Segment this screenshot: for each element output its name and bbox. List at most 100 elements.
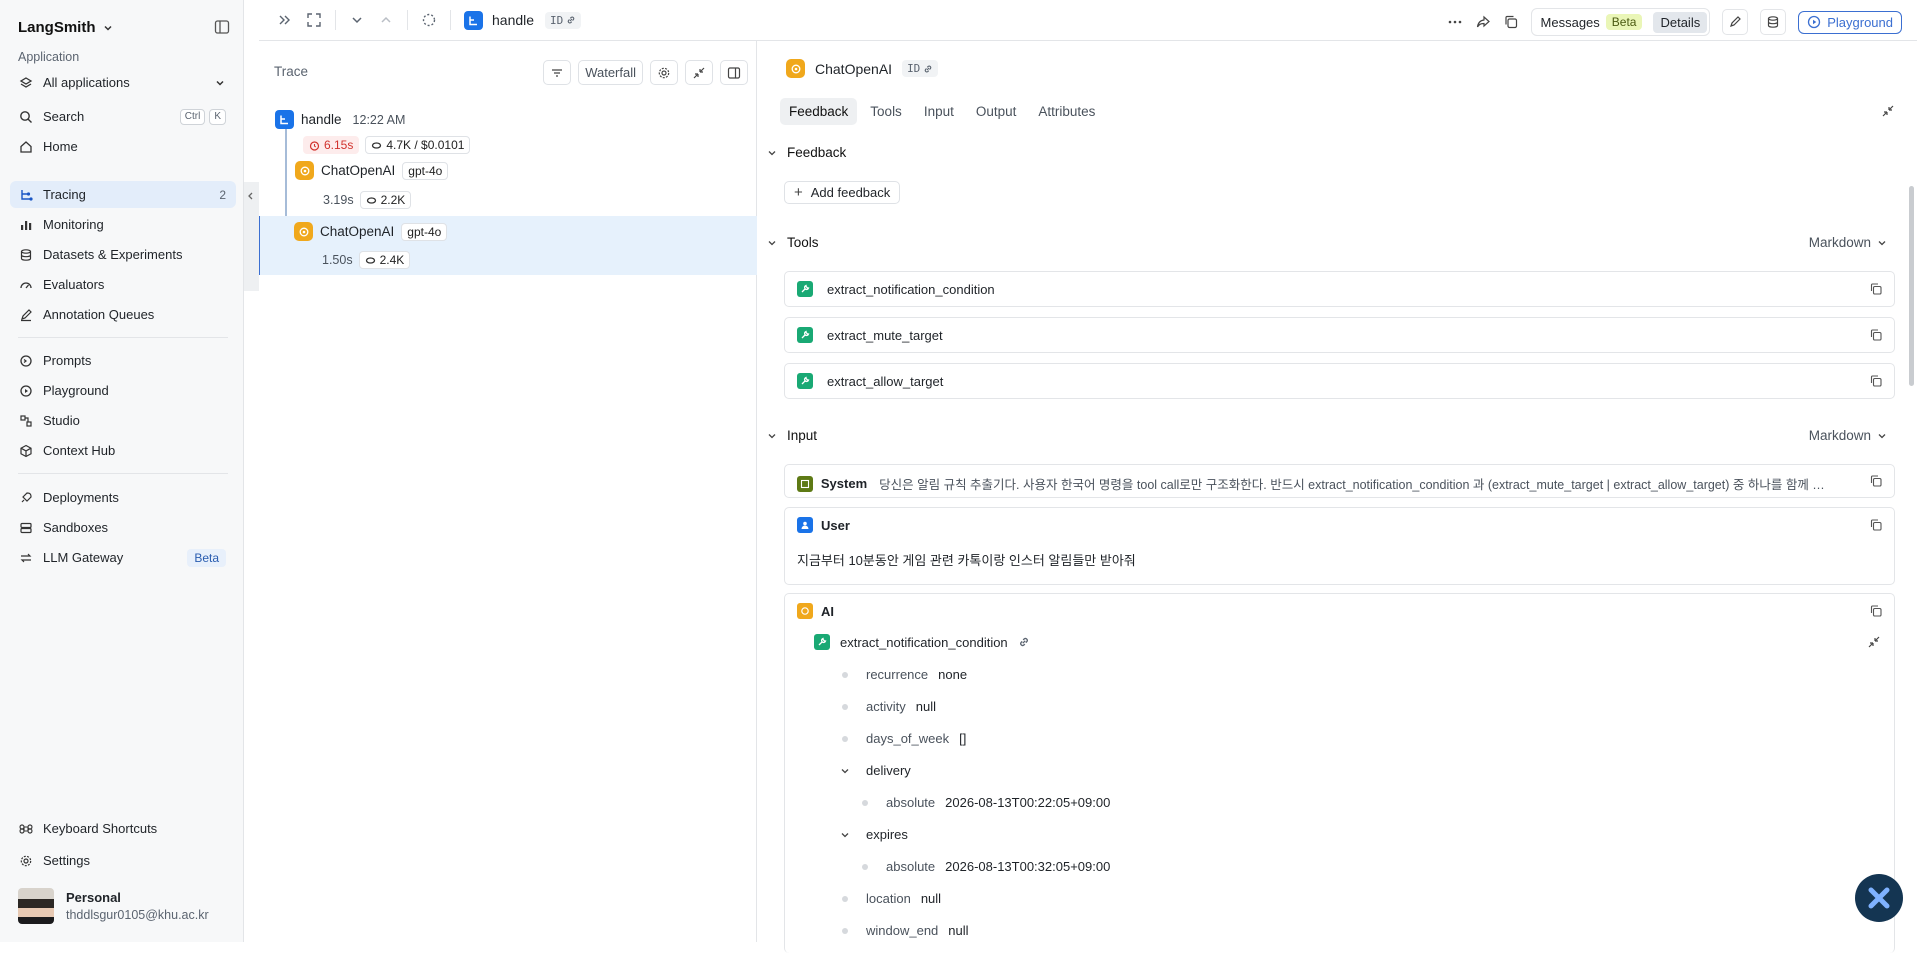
node-name: handle <box>301 112 342 127</box>
field-activity: activity null <box>842 699 936 714</box>
messages-toggle[interactable]: Messages Beta <box>1534 11 1650 33</box>
copy-icon[interactable] <box>1869 282 1883 296</box>
tab-attributes[interactable]: Attributes <box>1029 98 1104 125</box>
playground-button[interactable]: Playground <box>1798 10 1902 34</box>
sidebar-item-deployments[interactable]: Deployments <box>10 484 236 511</box>
section-title: Tools <box>787 235 819 250</box>
chevron-down-icon <box>1878 240 1886 245</box>
input-section-toggle[interactable]: Input <box>767 428 817 443</box>
sidebar-item-annotation-queues[interactable]: Annotation Queues <box>10 301 236 328</box>
copy-icon[interactable] <box>1869 604 1883 618</box>
gear-icon <box>658 67 670 78</box>
add-feedback-button[interactable]: + Add feedback <box>784 181 901 204</box>
copy-icon[interactable] <box>1503 14 1519 30</box>
details-toggle[interactable]: Details <box>1653 11 1708 33</box>
panel-toggle-button[interactable] <box>720 60 748 85</box>
collapse-button[interactable] <box>685 60 713 85</box>
tab-tools[interactable]: Tools <box>861 98 911 125</box>
brand-menu[interactable]: LangSmith <box>18 19 114 36</box>
panel-resize-handle[interactable] <box>244 182 259 291</box>
sidebar-item-home[interactable]: Home <box>10 133 236 160</box>
sidebar-item-prompts[interactable]: Prompts <box>10 347 236 374</box>
tab-feedback[interactable]: Feedback <box>780 98 858 125</box>
copy-icon[interactable] <box>1869 518 1883 532</box>
tab-input[interactable]: Input <box>915 98 963 125</box>
field-expires-toggle[interactable]: expires <box>840 827 908 842</box>
chevron-down-icon <box>103 25 112 31</box>
sidebar-item-tracing[interactable]: Tracing 2 <box>10 181 236 208</box>
waterfall-button[interactable]: Waterfall <box>578 60 643 85</box>
wrench-icon <box>814 634 830 650</box>
collapse-icon[interactable] <box>1867 635 1881 649</box>
wrench-icon <box>797 373 813 389</box>
field-delivery-toggle[interactable]: delivery <box>840 763 911 778</box>
trace-node-chatopenai-1[interactable]: ChatOpenAI gpt-4o 3.19s 2.2K <box>259 158 757 215</box>
tool-row[interactable]: extract_mute_target <box>784 317 1895 353</box>
add-to-dataset-button[interactable] <box>1760 9 1787 35</box>
sidebar-item-monitoring[interactable]: Monitoring <box>10 211 236 238</box>
openai-icon <box>786 59 805 78</box>
share-icon[interactable] <box>1475 14 1491 30</box>
play-circle-icon <box>20 384 32 397</box>
field-key: days_of_week <box>866 731 950 746</box>
trace-node-root[interactable]: handle 12:22 AM 6.15s 4.7K / $0.0101 <box>259 101 757 154</box>
field-value: none <box>938 667 968 682</box>
copy-icon[interactable] <box>1869 328 1883 342</box>
sidebar-item-settings[interactable]: Settings <box>10 847 236 874</box>
filter-button[interactable] <box>543 60 572 85</box>
tab-output[interactable]: Output <box>967 98 1026 125</box>
link-icon <box>925 65 932 72</box>
application-label: Application <box>18 50 80 64</box>
application-select[interactable]: All applications <box>10 69 236 96</box>
link-icon[interactable] <box>1018 636 1030 648</box>
sidebar-item-playground[interactable]: Playground <box>10 377 236 404</box>
input-format-select[interactable]: Markdown <box>1809 428 1887 443</box>
sidebar-item-datasets[interactable]: Datasets & Experiments <box>10 241 236 268</box>
user-profile[interactable]: Personal thddlsgur0105@khu.ac.kr <box>18 888 209 924</box>
tools-section-toggle[interactable]: Tools <box>767 235 819 250</box>
fullscreen-icon[interactable] <box>306 12 322 28</box>
tools-format-select[interactable]: Markdown <box>1809 235 1887 250</box>
tool-name: extract_allow_target <box>827 373 944 389</box>
sidebar-item-label: LLM Gateway <box>43 550 124 565</box>
model-badge: gpt-4o <box>402 161 449 180</box>
trace-settings-button[interactable] <box>650 60 678 85</box>
collapse-icon[interactable] <box>1881 104 1895 118</box>
tokens-value: 2.2K <box>380 193 406 207</box>
field-value: [] <box>959 731 967 746</box>
tool-row[interactable]: extract_allow_target <box>784 363 1895 399</box>
run-id-button[interactable]: ID <box>545 11 582 29</box>
chevron-down-icon[interactable] <box>349 12 365 28</box>
pencil-icon <box>21 308 32 321</box>
more-icon[interactable] <box>1447 14 1463 30</box>
sidebar-item-keyboard-shortcuts[interactable]: Keyboard Shortcuts <box>10 815 236 842</box>
help-chat-button[interactable] <box>1855 874 1903 922</box>
expand-chevrons-icon[interactable] <box>277 12 293 28</box>
sidebar-item-evaluators[interactable]: Evaluators <box>10 271 236 298</box>
trace-node-chatopenai-2[interactable]: ChatOpenAI gpt-4o 1.50s 2.4K <box>259 216 757 275</box>
tool-call-name: extract_notification_condition <box>840 634 1008 650</box>
beta-badge: Beta <box>187 548 226 567</box>
tool-row[interactable]: extract_notification_condition <box>784 271 1895 307</box>
bullet <box>842 895 848 902</box>
trace-panel: Trace Waterfall handle 12:22 AM 6.15s 4.… <box>259 41 757 942</box>
feedback-section-toggle[interactable]: Feedback <box>767 145 846 160</box>
scrollbar[interactable] <box>1909 186 1914 386</box>
sidebar-item-search[interactable]: Search Ctrl K <box>10 103 236 130</box>
sidebar-item-sandboxes[interactable]: Sandboxes <box>10 514 236 541</box>
application-select-value: All applications <box>43 75 130 90</box>
sidebar-item-llm-gateway[interactable]: LLM Gateway Beta <box>10 544 236 571</box>
run-id-button[interactable]: ID <box>902 60 939 77</box>
sidebar-item-studio[interactable]: Studio <box>10 407 236 434</box>
copy-icon[interactable] <box>1869 474 1883 488</box>
sidebar-item-context-hub[interactable]: Context Hub <box>10 437 236 464</box>
format-value: Markdown <box>1808 428 1871 443</box>
tool-name: extract_mute_target <box>827 327 943 343</box>
database-icon <box>20 248 32 261</box>
sidebar-toggle-icon[interactable] <box>214 19 230 35</box>
field-value: null <box>920 891 942 906</box>
chevron-up-icon[interactable] <box>378 12 394 28</box>
annotate-button[interactable] <box>1722 9 1749 35</box>
run-detail-panel: ChatOpenAI ID Feedback Tools Input Outpu… <box>758 41 1917 953</box>
copy-icon[interactable] <box>1869 374 1883 388</box>
